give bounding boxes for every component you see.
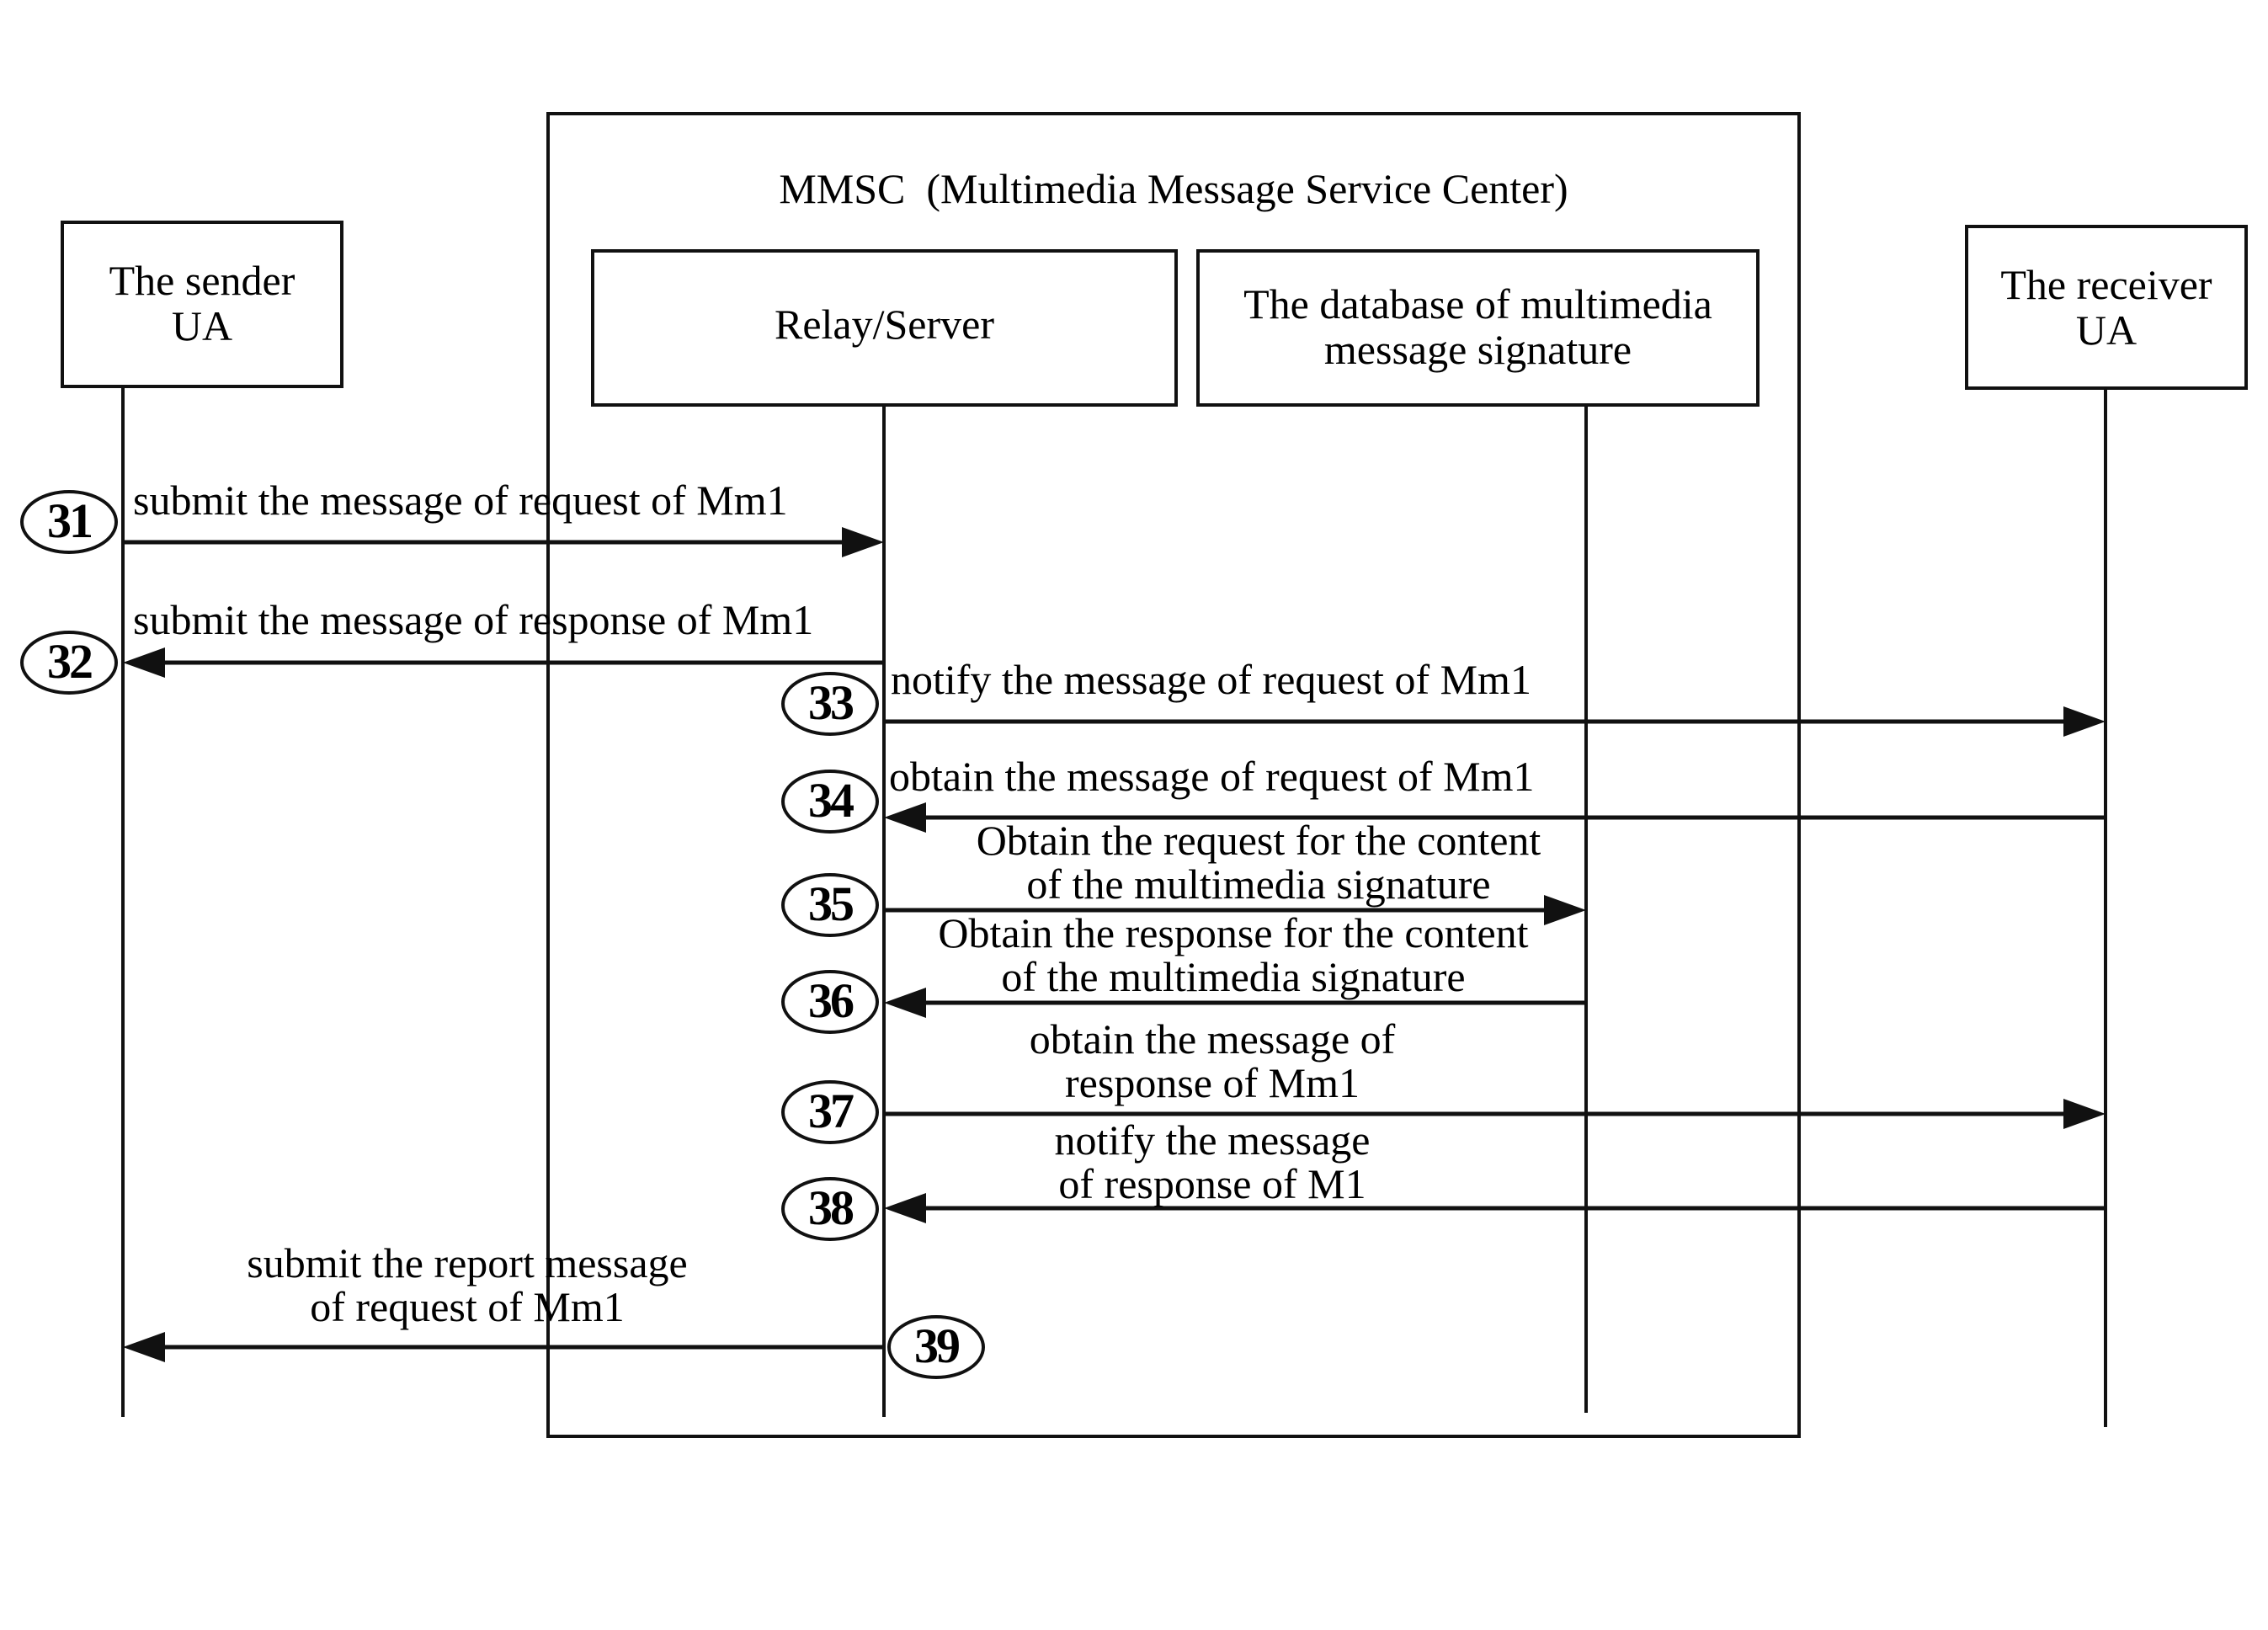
arrows-layer xyxy=(121,388,2107,1427)
step-badge-36: 36 xyxy=(781,970,879,1034)
arrowhead-icon xyxy=(2063,1099,2106,1129)
sequence-diagram: MMSC (Multimedia Message Service Center)… xyxy=(0,0,2268,1630)
arrowhead-icon xyxy=(123,647,165,678)
arrowhead-icon xyxy=(2063,706,2106,737)
step-badge-34: 34 xyxy=(781,770,879,834)
message-33-label: notify the message of request of Mm1 xyxy=(891,656,1531,703)
message-36-label: Obtain the response for the content of t… xyxy=(938,909,1529,1000)
message-31-label: submit the message of request of Mm1 xyxy=(133,477,788,524)
message-39-label: submit the report message of request of … xyxy=(247,1239,688,1330)
step-badge-33: 33 xyxy=(781,672,879,736)
message-arrow-33 xyxy=(884,706,2106,737)
arrowhead-icon xyxy=(123,1332,165,1362)
message-37-label: obtain the message of response of Mm1 xyxy=(1029,1015,1396,1106)
step-badge-37: 37 xyxy=(781,1080,879,1144)
message-32-label: submit the message of response of Mm1 xyxy=(133,596,814,643)
arrowhead-icon xyxy=(842,527,884,557)
message-38-label: notify the message of response of M1 xyxy=(1054,1116,1371,1207)
message-34-label: obtain the message of request of Mm1 xyxy=(889,753,1535,800)
message-arrow-39 xyxy=(123,1332,884,1362)
step-badge-31: 31 xyxy=(20,490,118,554)
step-badge-35: 35 xyxy=(781,873,879,937)
step-badge-38: 38 xyxy=(781,1177,879,1241)
message-35-label: Obtain the request for the content of th… xyxy=(976,817,1541,908)
message-arrow-32 xyxy=(123,647,884,678)
step-badge-32: 32 xyxy=(20,631,118,695)
message-arrow-31 xyxy=(123,527,884,557)
step-badge-39: 39 xyxy=(887,1315,985,1379)
